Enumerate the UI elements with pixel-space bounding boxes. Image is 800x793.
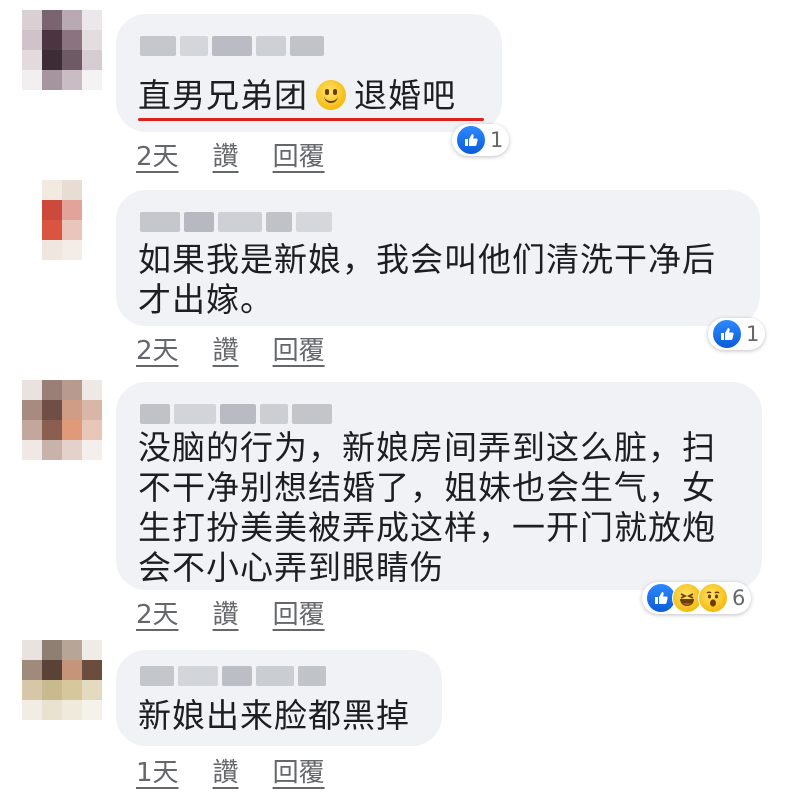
comment-actions: 1天 讚 回覆 — [136, 752, 325, 789]
red-underline-mark — [138, 118, 484, 121]
comment-text-part: 退婚吧 — [354, 76, 456, 115]
reaction-count: 1 — [746, 322, 760, 346]
commenter-name-blurred[interactable] — [140, 666, 326, 686]
comment-actions: 2天 讚 回覆 — [136, 330, 325, 367]
comment-text: 直男兄弟团 退婚吧 — [138, 76, 456, 116]
commenter-name-blurred[interactable] — [140, 36, 324, 56]
comment-bubble: 没脑的行为，新娘房间弄到这么脏，扫 不干净别想结婚了，姐妹也会生气，女 生打扮美… — [116, 382, 762, 590]
like-button[interactable]: 讚 — [213, 594, 239, 631]
timestamp-link[interactable]: 1天 — [136, 752, 179, 789]
avatar[interactable] — [22, 380, 102, 460]
reply-button[interactable]: 回覆 — [273, 136, 325, 173]
comment-text: 如果我是新娘，我会叫他们清洗干净后 才出嫁。 — [138, 240, 716, 319]
slightly-smiling-face-icon — [316, 80, 346, 110]
comment-actions: 2天 讚 回覆 — [136, 136, 325, 173]
comment-bubble: 如果我是新娘，我会叫他们清洗干净后 才出嫁。 — [116, 190, 760, 326]
comment-actions: 2天 讚 回覆 — [136, 594, 325, 631]
reply-button[interactable]: 回覆 — [273, 752, 325, 789]
timestamp-link[interactable]: 2天 — [136, 594, 179, 631]
like-button[interactable]: 讚 — [213, 752, 239, 789]
reaction-count: 6 — [732, 586, 746, 610]
reaction-count: 1 — [490, 128, 504, 152]
timestamp-link[interactable]: 2天 — [136, 330, 179, 367]
like-reaction-icon — [712, 319, 742, 349]
timestamp-link[interactable]: 2天 — [136, 136, 179, 173]
comment-text-part: 直男兄弟团 — [138, 76, 308, 115]
comment-text: 没脑的行为，新娘房间弄到这么脏，扫 不干净别想结婚了，姐妹也会生气，女 生打扮美… — [138, 428, 716, 587]
like-reaction-icon — [456, 125, 486, 155]
commenter-name-blurred[interactable] — [140, 404, 332, 424]
reaction-summary[interactable]: 1 — [708, 318, 766, 350]
reply-button[interactable]: 回覆 — [273, 594, 325, 631]
like-button[interactable]: 讚 — [213, 330, 239, 367]
wow-reaction-icon — [698, 583, 728, 613]
comment-text: 新娘出来脸都黑掉 — [138, 696, 410, 735]
avatar[interactable] — [22, 640, 102, 720]
reaction-summary[interactable]: 6 — [642, 582, 752, 614]
reaction-summary[interactable]: 1 — [452, 124, 510, 156]
like-button[interactable]: 讚 — [213, 136, 239, 173]
comment-bubble: 新娘出来脸都黑掉 — [116, 650, 442, 746]
avatar[interactable] — [22, 10, 102, 90]
commenter-name-blurred[interactable] — [140, 212, 332, 232]
reply-button[interactable]: 回覆 — [273, 330, 325, 367]
avatar[interactable] — [42, 180, 82, 260]
comment-bubble: 直男兄弟团 退婚吧 — [116, 14, 502, 132]
